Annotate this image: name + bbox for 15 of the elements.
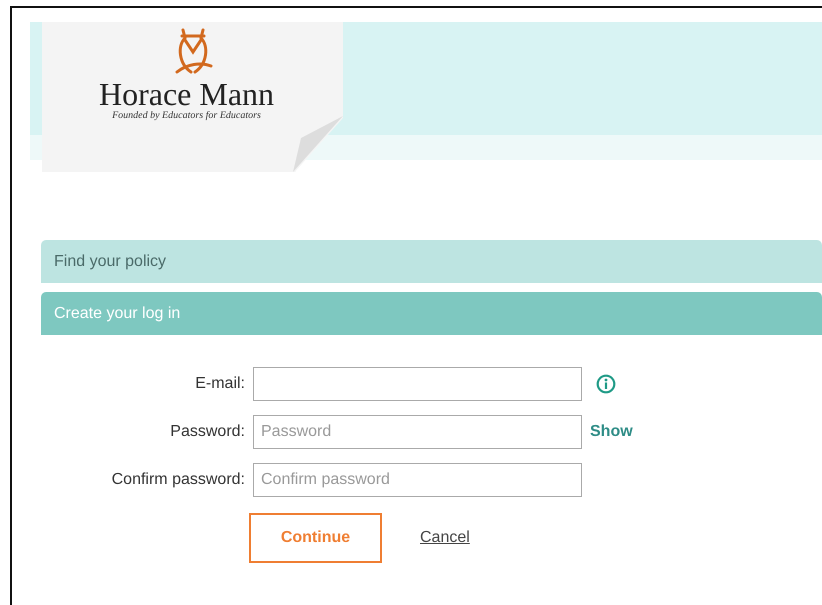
logo-tagline: Founded by Educators for Educators: [112, 110, 261, 121]
section-tab[interactable]: Find your policy: [41, 240, 822, 283]
field-label: Password:: [169, 423, 245, 441]
cancel-link[interactable]: Cancel: [420, 529, 470, 547]
logo-name: Horace Mann: [98, 78, 274, 110]
continue-button[interactable]: Continue: [249, 513, 382, 563]
info-icon[interactable]: [596, 374, 616, 394]
folded-corner-icon: [293, 116, 343, 172]
owl-logo-icon: [172, 28, 212, 76]
input-field[interactable]: Password: [253, 415, 582, 449]
input-field[interactable]: [253, 367, 582, 401]
input-field[interactable]: Confirm password: [253, 463, 582, 497]
field-label: E-mail:: [194, 375, 245, 393]
field-label: Confirm password:: [110, 471, 245, 489]
show-password-link[interactable]: Show: [590, 423, 633, 440]
